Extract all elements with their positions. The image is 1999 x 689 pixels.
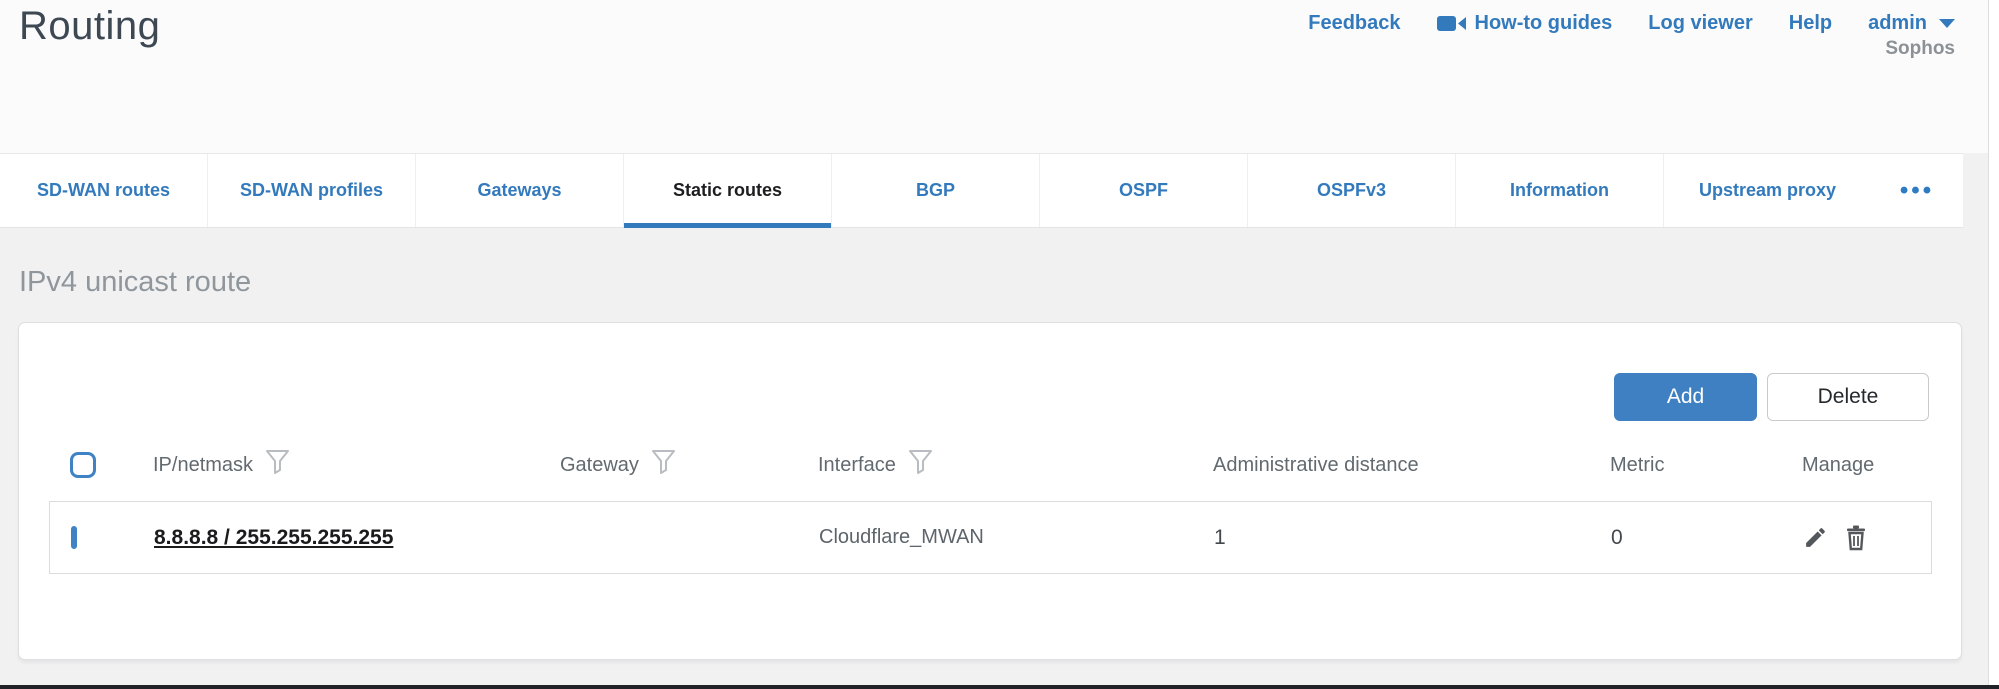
tabs-overflow-button[interactable]: ••• <box>1871 154 1963 227</box>
column-label: IP/netmask <box>153 454 253 477</box>
tab-label: Information <box>1510 180 1609 201</box>
tab-label: Gateways <box>477 180 561 201</box>
window-bottom-edge <box>0 685 1999 689</box>
section-title: IPv4 unicast route <box>19 266 251 299</box>
column-label: Metric <box>1610 454 1664 477</box>
ellipsis-icon: ••• <box>1900 177 1934 205</box>
pencil-icon[interactable] <box>1803 525 1828 550</box>
tab-label: Upstream proxy <box>1699 180 1836 201</box>
add-button[interactable]: Add <box>1614 373 1757 421</box>
column-label: Administrative distance <box>1213 454 1419 477</box>
ip-cell: 8.8.8.8 / 255.255.255.255 <box>154 526 561 550</box>
column-label: Interface <box>818 454 896 477</box>
tab-label: SD-WAN routes <box>37 180 170 201</box>
row-checkbox-cell <box>50 529 154 547</box>
tab-upstream-proxy[interactable]: Upstream proxy <box>1663 154 1871 227</box>
tab-label: Static routes <box>673 180 782 201</box>
column-header-gateway[interactable]: Gateway <box>560 449 818 481</box>
select-all-checkbox[interactable] <box>70 452 96 478</box>
distance-cell: 1 <box>1214 526 1611 550</box>
tab-bgp[interactable]: BGP <box>831 154 1039 227</box>
tab-sdwan-profiles[interactable]: SD-WAN profiles <box>207 154 415 227</box>
chevron-down-icon <box>1939 19 1955 28</box>
routes-card: Add Delete IP/netmask Gateway Interface … <box>18 322 1962 660</box>
column-label: Manage <box>1802 454 1874 477</box>
column-label: Gateway <box>560 454 639 477</box>
tab-label: BGP <box>916 180 955 201</box>
log-viewer-label: Log viewer <box>1648 12 1752 35</box>
howto-guides-label: How-to guides <box>1475 12 1613 35</box>
column-header-manage: Manage <box>1780 454 1932 477</box>
user-menu[interactable]: admin <box>1868 12 1955 35</box>
feedback-label: Feedback <box>1308 12 1400 35</box>
filter-funnel-icon[interactable] <box>651 449 676 481</box>
tab-static-routes[interactable]: Static routes <box>623 154 831 227</box>
tab-ospf[interactable]: OSPF <box>1039 154 1247 227</box>
column-header-distance: Administrative distance <box>1213 454 1610 477</box>
tab-label: OSPFv3 <box>1317 180 1386 201</box>
help-link[interactable]: Help <box>1789 12 1832 35</box>
interface-cell: Cloudflare_MWAN <box>819 526 1214 549</box>
top-nav: Feedback How-to guides Log viewer Help a… <box>1308 12 1955 35</box>
filter-funnel-icon[interactable] <box>265 449 290 481</box>
manage-cell <box>1781 525 1931 551</box>
route-link[interactable]: 8.8.8.8 / 255.255.255.255 <box>154 526 393 549</box>
feedback-link[interactable]: Feedback <box>1308 12 1400 35</box>
trash-icon[interactable] <box>1844 525 1868 551</box>
tab-ospfv3[interactable]: OSPFv3 <box>1247 154 1455 227</box>
column-header-interface[interactable]: Interface <box>818 449 1213 481</box>
column-header-metric: Metric <box>1610 454 1780 477</box>
table-toolbar: Add Delete <box>1614 373 1929 421</box>
header-checkbox-cell <box>49 452 153 478</box>
metric-cell: 0 <box>1611 526 1781 550</box>
tab-bar: SD-WAN routes SD-WAN profiles Gateways S… <box>0 153 1963 228</box>
tab-gateways[interactable]: Gateways <box>415 154 623 227</box>
help-label: Help <box>1789 12 1832 35</box>
log-viewer-link[interactable]: Log viewer <box>1648 12 1752 35</box>
filter-funnel-icon[interactable] <box>908 449 933 481</box>
vendor-label: Sophos <box>1885 38 1955 60</box>
page-header: Routing Feedback How-to guides Log viewe… <box>0 0 1999 153</box>
user-menu-label: admin <box>1868 12 1927 35</box>
column-header-ip[interactable]: IP/netmask <box>153 449 560 481</box>
delete-button[interactable]: Delete <box>1767 373 1929 421</box>
howto-guides-link[interactable]: How-to guides <box>1437 12 1613 35</box>
page-title: Routing <box>19 4 160 49</box>
tab-information[interactable]: Information <box>1455 154 1663 227</box>
tab-label: SD-WAN profiles <box>240 180 383 201</box>
table-header-row: IP/netmask Gateway Interface Administrat… <box>49 435 1932 495</box>
row-checkbox[interactable] <box>71 526 77 549</box>
video-camera-icon <box>1437 13 1467 34</box>
tab-sdwan-routes[interactable]: SD-WAN routes <box>0 154 207 227</box>
scrollbar[interactable] <box>1988 0 1999 689</box>
table-row: 8.8.8.8 / 255.255.255.255 Cloudflare_MWA… <box>49 501 1932 574</box>
tab-label: OSPF <box>1119 180 1168 201</box>
